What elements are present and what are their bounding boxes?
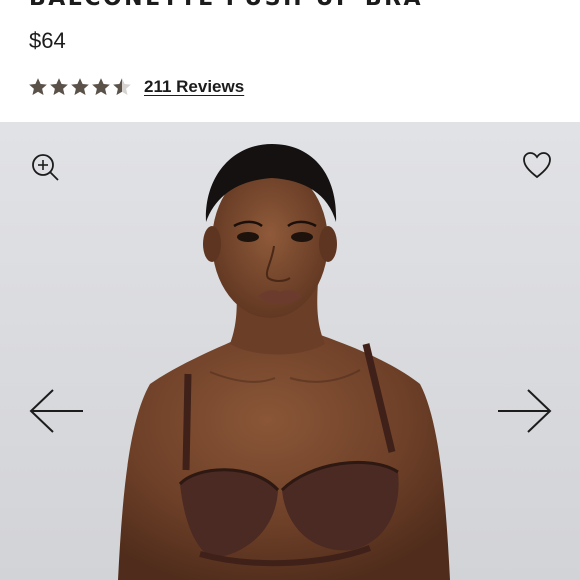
product-image-gallery[interactable]	[0, 122, 580, 580]
arrow-left-icon[interactable]	[29, 388, 85, 439]
star-icon	[92, 78, 110, 95]
star-icon	[113, 78, 131, 95]
reviews-link[interactable]: 211 Reviews	[144, 77, 244, 97]
product-photo	[0, 122, 580, 580]
product-title: BALCONETTE PUSH-UP BRA	[29, 0, 423, 11]
arrow-right-icon[interactable]	[496, 388, 552, 439]
rating-row: 211 Reviews	[28, 77, 244, 97]
product-header: BALCONETTE PUSH-UP BRA $64 211 Reviews	[0, 0, 580, 122]
star-icon	[29, 78, 47, 95]
star-rating	[28, 77, 132, 97]
zoom-in-icon[interactable]	[30, 152, 60, 187]
star-icon	[71, 78, 89, 95]
star-icon	[50, 78, 68, 95]
product-price: $64	[29, 28, 66, 53]
heart-icon[interactable]	[522, 151, 552, 184]
